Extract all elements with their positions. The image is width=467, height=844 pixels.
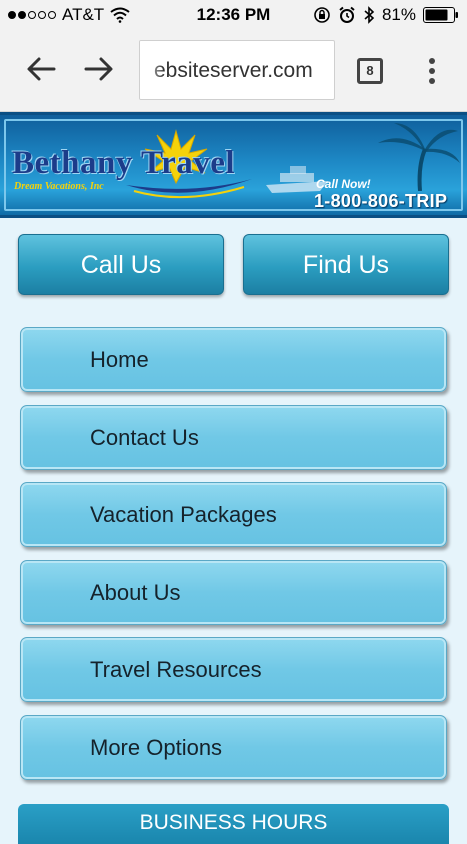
forward-arrow-icon[interactable]: [82, 52, 116, 86]
menu-item-contact-us[interactable]: Contact Us: [20, 404, 447, 470]
nav-menu: Home Contact Us Vacation Packages About …: [20, 327, 448, 792]
call-us-button[interactable]: Call Us: [18, 234, 224, 295]
call-now-label: Call Now!: [316, 177, 371, 191]
menu-item-vacation-packages[interactable]: Vacation Packages: [20, 482, 447, 547]
menu-item-home[interactable]: Home: [20, 327, 447, 392]
menu-item-label: Contact Us: [90, 424, 199, 450]
menu-item-label: Home: [90, 347, 149, 372]
back-arrow-icon[interactable]: [24, 52, 58, 86]
logo-title: Bethany Travel: [12, 145, 236, 181]
menu-item-about-us[interactable]: About Us: [20, 559, 447, 625]
status-right: 81%: [313, 5, 459, 25]
menu-item-travel-resources[interactable]: Travel Resources: [20, 637, 447, 702]
orientation-lock-icon: [314, 7, 330, 23]
status-bar: AT&T 12:36 PM 81%: [0, 0, 467, 30]
menu-item-label: Vacation Packages: [90, 502, 277, 527]
find-us-button[interactable]: Find Us: [243, 234, 449, 295]
battery-icon: [423, 7, 458, 23]
palm-tree-icon: [378, 123, 460, 191]
site-banner[interactable]: Bethany Travel Dream Vacations, Inc Call…: [0, 112, 467, 218]
menu-item-label: More Options: [90, 734, 223, 760]
menu-item-more-options[interactable]: More Options: [20, 714, 447, 780]
url-text: ebsiteserver.com: [154, 59, 313, 82]
overflow-menu-icon[interactable]: [424, 56, 440, 86]
business-hours-header: BUSINESS HOURS: [18, 804, 449, 844]
address-bar[interactable]: ebsiteserver.com: [139, 40, 335, 100]
bluetooth-icon: [364, 6, 375, 24]
battery-percent: 81%: [381, 5, 416, 24]
phone-number[interactable]: 1-800-806-TRIP: [314, 191, 447, 212]
menu-item-label: About Us: [90, 579, 181, 605]
alarm-icon: [339, 6, 355, 23]
browser-toolbar: ebsiteserver.com 8: [0, 30, 467, 112]
logo-subtitle: Dream Vacations, Inc: [14, 181, 104, 192]
tab-switcher-button[interactable]: 8: [357, 58, 383, 84]
menu-item-label: Travel Resources: [90, 657, 262, 682]
